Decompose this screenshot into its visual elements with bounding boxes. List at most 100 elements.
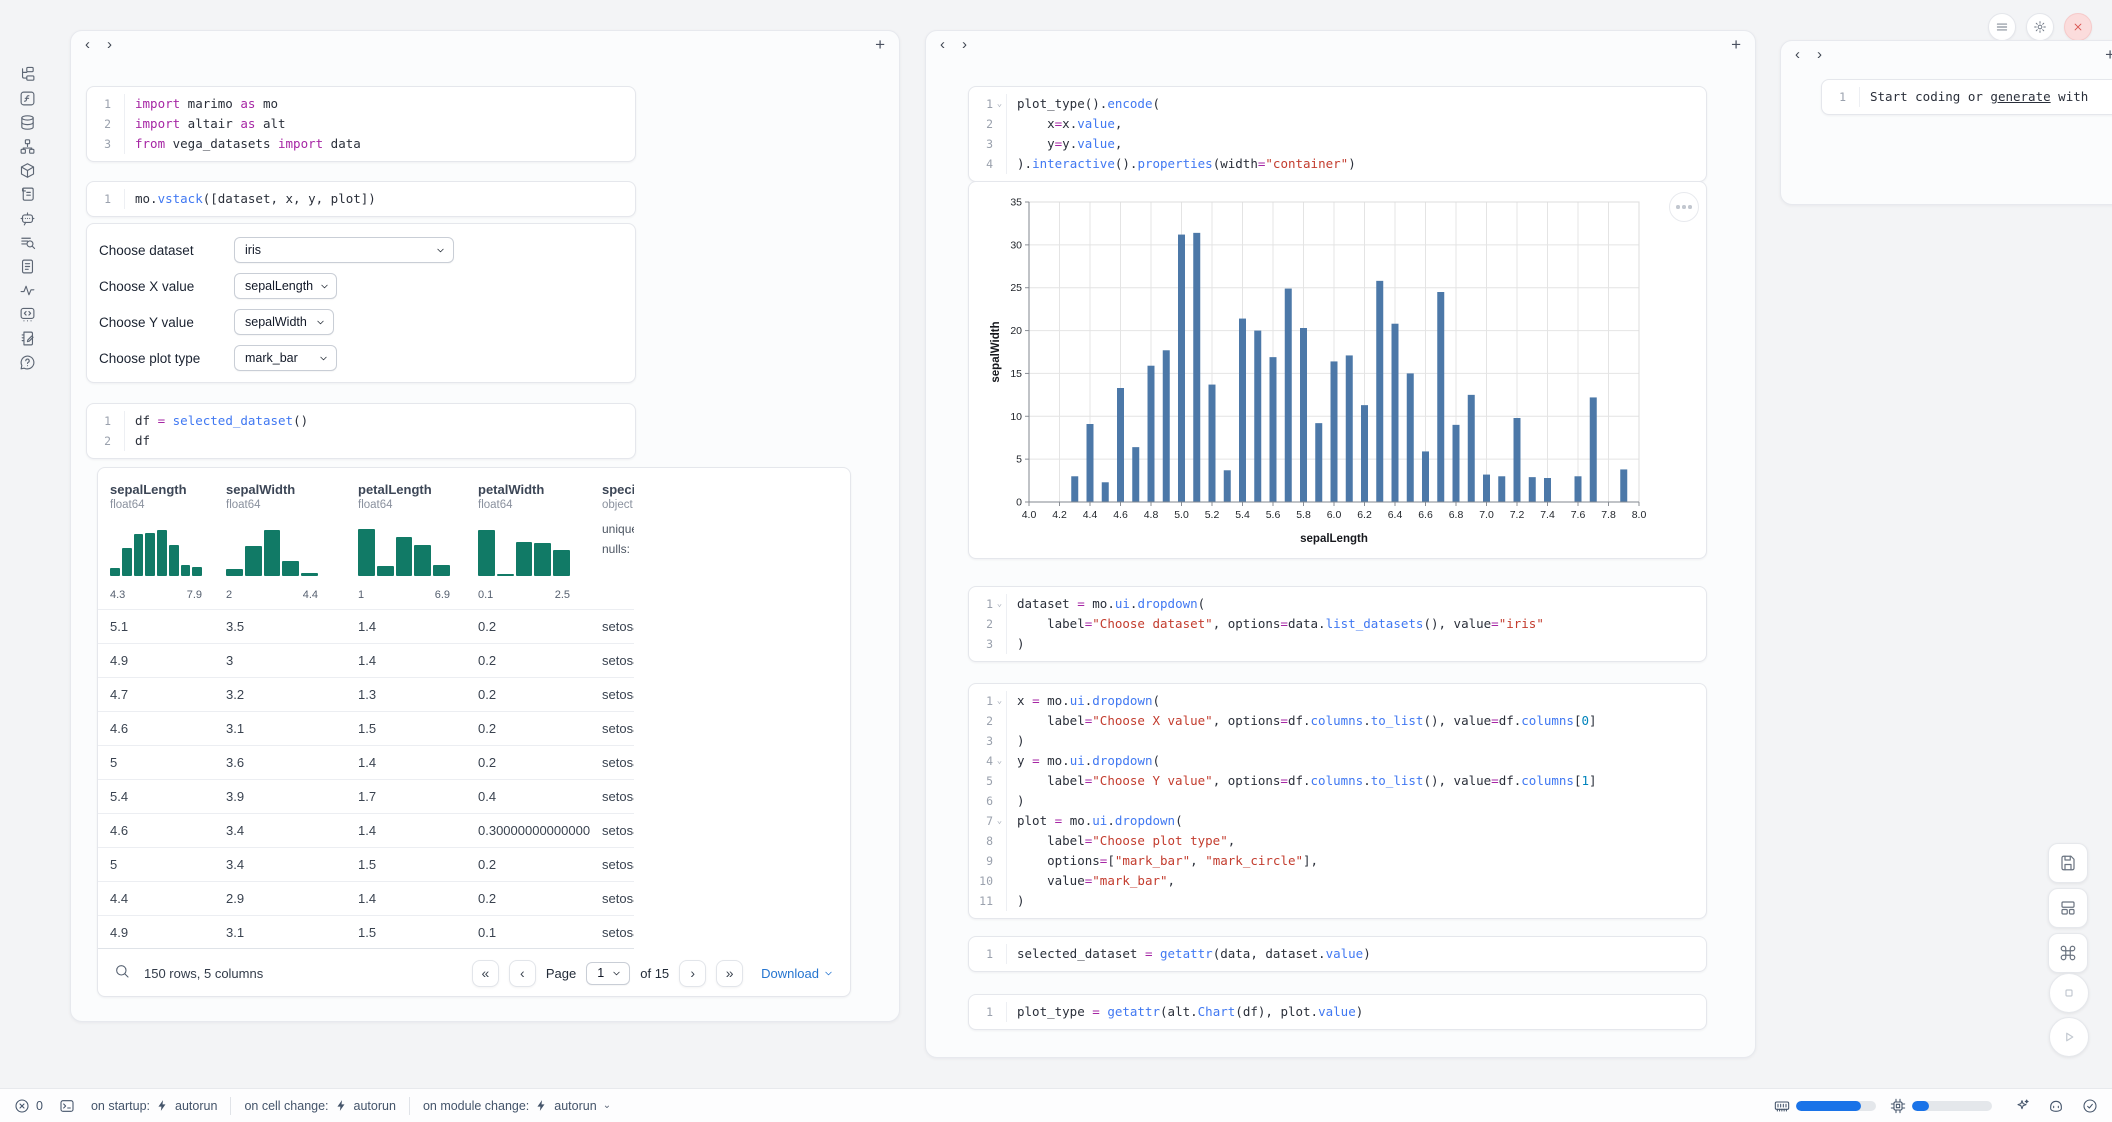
connection-status-icon[interactable] bbox=[2082, 1098, 2098, 1114]
database-icon[interactable] bbox=[19, 114, 36, 131]
code-line[interactable]: 2 label="Choose X value", options=df.col… bbox=[969, 711, 1706, 731]
cell-selected-dataset[interactable]: 1selected_dataset = getattr(data, datase… bbox=[968, 936, 1707, 972]
package-icon[interactable] bbox=[19, 162, 36, 179]
chevron-right-icon[interactable]: › bbox=[1817, 41, 1839, 69]
chevron-right-icon[interactable]: › bbox=[962, 31, 984, 59]
list-search-icon[interactable] bbox=[19, 234, 36, 251]
code-line[interactable]: 2df bbox=[87, 431, 635, 451]
code-line[interactable]: 1import marimo as mo bbox=[87, 94, 635, 114]
code-line[interactable]: 1plot_type = getattr(alt.Chart(df), plot… bbox=[969, 1002, 1706, 1022]
code-placeholder[interactable]: Start coding or generate with bbox=[1859, 87, 2112, 107]
code-line[interactable]: 6) bbox=[969, 791, 1706, 811]
code-line[interactable]: 1df = selected_dataset() bbox=[87, 411, 635, 431]
terminal-button[interactable] bbox=[59, 1098, 75, 1114]
close-icon[interactable] bbox=[2064, 13, 2092, 41]
table-row[interactable]: 4.63.41.40.30000000000000004setosa bbox=[98, 813, 634, 847]
code-line[interactable]: 11) bbox=[969, 891, 1706, 911]
column-header-petalWidth[interactable]: petalWidthfloat640.12.5 bbox=[466, 468, 590, 609]
column-header-sepalLength[interactable]: sepalLengthfloat644.37.9 bbox=[98, 468, 214, 609]
layout-button[interactable] bbox=[2048, 888, 2088, 928]
code-line[interactable]: 9 options=["mark_bar", "mark_circle"], bbox=[969, 851, 1706, 871]
function-square-icon[interactable] bbox=[19, 90, 36, 107]
activity-icon[interactable] bbox=[19, 282, 36, 299]
code-line[interactable]: 3 y=y.value, bbox=[969, 134, 1706, 154]
cell-plot[interactable]: 1⌄plot_type().encode(2 x=x.value,3 y=y.v… bbox=[968, 86, 1707, 182]
fold-icon[interactable]: ⌄ bbox=[993, 594, 1006, 614]
prev-page-button[interactable]: ‹ bbox=[509, 960, 536, 987]
code-line[interactable]: 8 label="Choose plot type", bbox=[969, 831, 1706, 851]
code-line[interactable]: 3) bbox=[969, 731, 1706, 751]
table-row[interactable]: 4.73.21.30.2setosa bbox=[98, 677, 634, 711]
document-icon[interactable] bbox=[19, 258, 36, 275]
save-button[interactable] bbox=[2048, 843, 2088, 883]
script-log-icon[interactable] bbox=[19, 186, 36, 203]
chevron-right-icon[interactable]: › bbox=[107, 31, 129, 59]
first-page-button[interactable]: « bbox=[472, 960, 499, 987]
chevron-left-icon[interactable]: ‹ bbox=[1795, 41, 1817, 69]
code-line[interactable]: 1⌄dataset = mo.ui.dropdown( bbox=[969, 594, 1706, 614]
table-row[interactable]: 4.93.11.50.1setosa bbox=[98, 915, 634, 949]
fold-icon[interactable]: ⌄ bbox=[993, 811, 1006, 831]
code-line[interactable]: 5 label="Choose Y value", options=df.col… bbox=[969, 771, 1706, 791]
dropdown-select-choose-plot-type[interactable]: mark_bar bbox=[234, 345, 337, 371]
menu-icon[interactable] bbox=[1988, 13, 2016, 41]
chevron-left-icon[interactable]: ‹ bbox=[940, 31, 962, 59]
code-line[interactable]: 4).interactive().properties(width="conta… bbox=[969, 154, 1706, 174]
code-snippet-icon[interactable] bbox=[19, 306, 36, 323]
code-line[interactable]: 4⌄y = mo.ui.dropdown( bbox=[969, 751, 1706, 771]
column-header-petalLength[interactable]: petalLengthfloat6416.9 bbox=[346, 468, 466, 609]
table-row[interactable]: 53.41.50.2setosa bbox=[98, 847, 634, 881]
cell-imports[interactable]: 1import marimo as mo2import altair as al… bbox=[86, 86, 636, 162]
cell-vstack[interactable]: 1mo.vstack([dataset, x, y, plot]) bbox=[86, 181, 636, 217]
table-row[interactable]: 4.42.91.40.2setosa bbox=[98, 881, 634, 915]
code-line[interactable]: 2 x=x.value, bbox=[969, 114, 1706, 134]
table-row[interactable]: 5.43.91.70.4setosa bbox=[98, 779, 634, 813]
code-line[interactable]: 2import altair as alt bbox=[87, 114, 635, 134]
cell-dataset-dropdown[interactable]: 1⌄dataset = mo.ui.dropdown(2 label="Choo… bbox=[968, 586, 1707, 662]
code-line[interactable]: 1⌄plot_type().encode( bbox=[969, 94, 1706, 114]
gear-icon[interactable] bbox=[2026, 13, 2054, 41]
table-row[interactable]: 4.63.11.50.2setosa bbox=[98, 711, 634, 745]
runtime-config-2[interactable]: on module change:autorun⌄ bbox=[423, 1099, 611, 1113]
cell-xy-dropdowns[interactable]: 1⌄x = mo.ui.dropdown(2 label="Choose X v… bbox=[968, 683, 1707, 919]
fold-icon[interactable]: ⌄ bbox=[993, 751, 1006, 771]
fold-icon[interactable]: ⌄ bbox=[993, 94, 1006, 114]
sparkles-icon[interactable] bbox=[2014, 1098, 2030, 1114]
table-row[interactable]: 5.13.51.40.2setosa bbox=[98, 609, 634, 643]
file-tree-icon[interactable] bbox=[19, 66, 36, 83]
errors-indicator[interactable]: 0 bbox=[14, 1098, 43, 1114]
fold-icon[interactable]: ⌄ bbox=[993, 691, 1006, 711]
code-line[interactable]: 3) bbox=[969, 634, 1706, 654]
add-cell-icon[interactable]: + bbox=[875, 35, 885, 55]
next-page-button[interactable]: › bbox=[679, 960, 706, 987]
runtime-config-0[interactable]: on startup:autorun bbox=[91, 1099, 217, 1113]
runtime-config-1[interactable]: on cell change:autorun bbox=[244, 1099, 396, 1113]
add-cell-icon[interactable]: + bbox=[2105, 45, 2112, 65]
last-page-button[interactable]: » bbox=[716, 960, 743, 987]
code-line[interactable]: 1⌄x = mo.ui.dropdown( bbox=[969, 691, 1706, 711]
code-line[interactable]: 2 label="Choose dataset", options=data.l… bbox=[969, 614, 1706, 634]
download-button[interactable]: Download bbox=[761, 966, 834, 981]
add-cell-icon[interactable]: + bbox=[1731, 35, 1741, 55]
scratchpad-icon[interactable] bbox=[19, 330, 36, 347]
code-line[interactable]: 3from vega_datasets import data bbox=[87, 134, 635, 154]
dropdown-select-choose-y-value[interactable]: sepalWidth bbox=[234, 309, 334, 335]
help-icon[interactable] bbox=[19, 354, 36, 371]
code-line[interactable]: 1mo.vstack([dataset, x, y, plot]) bbox=[87, 189, 635, 209]
dropdown-select-choose-x-value[interactable]: sepalLength bbox=[234, 273, 337, 299]
code-line[interactable]: 7⌄plot = mo.ui.dropdown( bbox=[969, 811, 1706, 831]
dependency-graph-icon[interactable] bbox=[19, 138, 36, 155]
table-row[interactable]: 53.61.40.2setosa bbox=[98, 745, 634, 779]
table-viewport[interactable]: sepalLengthfloat644.37.9sepalWidthfloat6… bbox=[98, 468, 634, 949]
page-select[interactable]: 1 bbox=[586, 962, 630, 985]
copilot-icon[interactable] bbox=[2048, 1098, 2064, 1114]
table-row[interactable]: 4.931.40.2setosa bbox=[98, 643, 634, 677]
chart-menu-button[interactable] bbox=[1669, 192, 1699, 222]
code-line[interactable]: 1selected_dataset = getattr(data, datase… bbox=[969, 944, 1706, 964]
column-header-sepalWidth[interactable]: sepalWidthfloat6424.4 bbox=[214, 468, 346, 609]
search-icon[interactable] bbox=[114, 963, 130, 984]
column-header-species[interactable]: speciesobjectunique:nulls: bbox=[590, 468, 634, 609]
dropdown-select-choose-dataset[interactable]: iris bbox=[234, 237, 454, 263]
code-line[interactable]: 10 value="mark_bar", bbox=[969, 871, 1706, 891]
cell-plot-type[interactable]: 1plot_type = getattr(alt.Chart(df), plot… bbox=[968, 994, 1707, 1030]
